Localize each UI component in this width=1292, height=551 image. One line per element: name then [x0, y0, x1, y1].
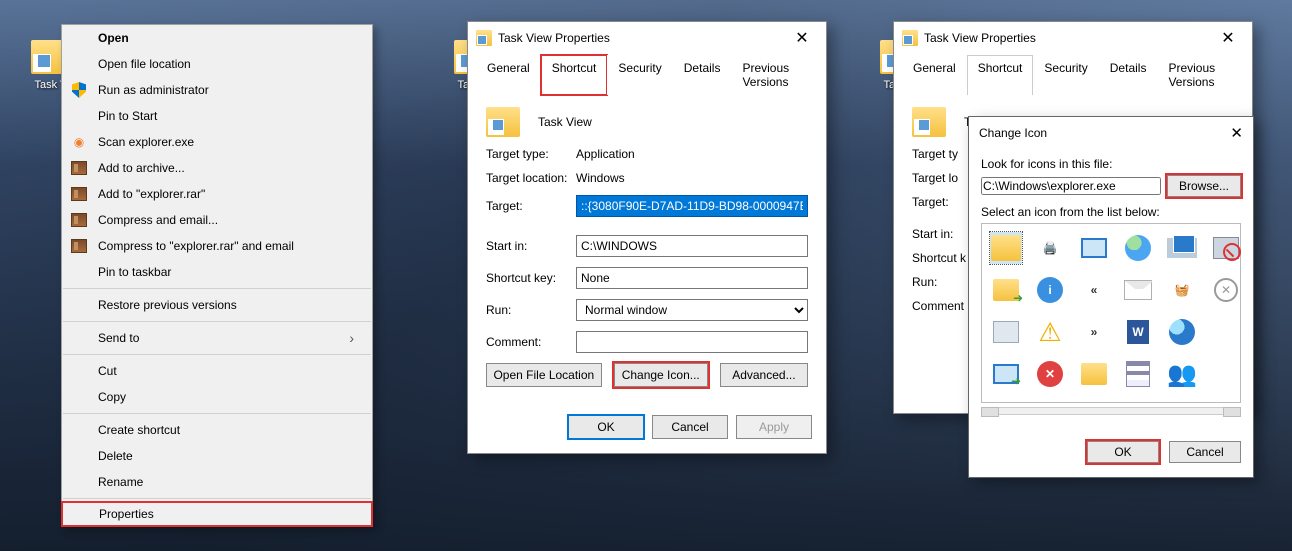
shortcut-large-icon — [912, 107, 946, 137]
icon-word-doc[interactable]: W — [1122, 316, 1154, 348]
dialog-title: Task View Properties — [498, 31, 786, 45]
archive-icon — [70, 211, 88, 229]
ok-button[interactable]: OK — [1087, 441, 1159, 463]
close-button[interactable]: ✕ — [786, 28, 818, 48]
icon-grid-scrollbar[interactable] — [981, 407, 1241, 415]
browse-button[interactable]: Browse... — [1167, 175, 1241, 197]
icon-printer-help[interactable]: 🖨️ — [1034, 232, 1066, 264]
cancel-button[interactable]: Cancel — [652, 415, 728, 439]
antivirus-icon: ◉ — [70, 133, 88, 151]
look-label: Look for icons in this file: — [981, 157, 1241, 171]
select-label: Select an icon from the list below: — [981, 205, 1241, 219]
ctx-pin-taskbar[interactable]: Pin to taskbar — [62, 259, 372, 285]
ctx-scan[interactable]: ◉Scan explorer.exe — [62, 129, 372, 155]
ctx-cut[interactable]: Cut — [62, 358, 372, 384]
icon-path-input[interactable] — [981, 177, 1161, 195]
ctx-run-as-admin[interactable]: Run as administrator — [62, 77, 372, 103]
ctx-copy[interactable]: Copy — [62, 384, 372, 410]
icon-basket[interactable]: 🧺 — [1166, 274, 1198, 306]
target-type-value: Application — [576, 147, 808, 161]
ok-button[interactable]: OK — [568, 415, 644, 439]
icon-people[interactable]: 👥 — [1166, 358, 1198, 390]
ctx-pin-start[interactable]: Pin to Start — [62, 103, 372, 129]
shortcut-key-input[interactable] — [576, 267, 808, 289]
advanced-button[interactable]: Advanced... — [720, 363, 808, 387]
target-input[interactable] — [576, 195, 808, 217]
tab-details[interactable]: Details — [1099, 55, 1158, 95]
icon-warning[interactable]: ⚠ — [1034, 316, 1066, 348]
ctx-add-rar[interactable]: Add to "explorer.rar" — [62, 181, 372, 207]
archive-icon — [70, 185, 88, 203]
chevron-right-icon: › — [349, 330, 354, 346]
target-location-value: Windows — [576, 171, 808, 185]
icon-blank[interactable] — [1210, 316, 1242, 348]
tab-strip: General Shortcut Security Details Previo… — [476, 54, 818, 95]
ctx-restore-versions[interactable]: Restore previous versions — [62, 292, 372, 318]
ctx-send-to[interactable]: Send to› — [62, 325, 372, 351]
close-button[interactable]: ✕ — [1230, 124, 1243, 142]
icon-network-globe[interactable] — [1166, 316, 1198, 348]
icon-error-red[interactable]: ✕ — [1034, 358, 1066, 390]
ctx-rename[interactable]: Rename — [62, 469, 372, 495]
icon-envelope[interactable] — [1122, 274, 1154, 306]
tab-details[interactable]: Details — [673, 55, 732, 95]
comment-input[interactable] — [576, 331, 808, 353]
icon-list[interactable] — [1122, 358, 1154, 390]
icon-double-left[interactable]: « — [1078, 274, 1110, 306]
apply-button[interactable]: Apply — [736, 415, 812, 439]
icon-blank2[interactable] — [1210, 358, 1242, 390]
ctx-create-shortcut[interactable]: Create shortcut — [62, 417, 372, 443]
ctx-compress-email[interactable]: Compress and email... — [62, 207, 372, 233]
shield-icon — [70, 81, 88, 99]
tab-general[interactable]: General — [902, 55, 967, 95]
icon-circle-x[interactable]: ✕ — [1210, 274, 1242, 306]
ctx-add-archive[interactable]: Add to archive... — [62, 155, 372, 181]
open-file-location-button[interactable]: Open File Location — [486, 363, 602, 387]
icon-monitor-small[interactable] — [1078, 232, 1110, 264]
ctx-delete[interactable]: Delete — [62, 443, 372, 469]
archive-icon — [70, 159, 88, 177]
ctx-properties[interactable]: Properties — [61, 501, 373, 527]
tab-shortcut[interactable]: Shortcut — [541, 55, 608, 95]
icon-folder-plain[interactable] — [1078, 358, 1110, 390]
ctx-open-file-location[interactable]: Open file location — [62, 51, 372, 77]
shortcut-name: Task View — [538, 115, 592, 129]
change-icon-dialog: Change Icon ✕ Look for icons in this fil… — [968, 116, 1254, 478]
icon-folder-arrow[interactable]: ➜ — [990, 274, 1022, 306]
context-menu: Open Open file location Run as administr… — [61, 24, 373, 527]
tab-security[interactable]: Security — [1033, 55, 1098, 95]
run-select[interactable]: Normal window — [576, 299, 808, 321]
change-icon-button[interactable]: Change Icon... — [614, 363, 708, 387]
icon-monitors[interactable] — [1166, 232, 1198, 264]
properties-dialog: Task View Properties ✕ General Shortcut … — [467, 21, 827, 454]
dialog-title: Task View Properties — [924, 31, 1212, 45]
start-in-input[interactable] — [576, 235, 808, 257]
tab-shortcut[interactable]: Shortcut — [967, 55, 1034, 95]
cancel-button[interactable]: Cancel — [1169, 441, 1241, 463]
dialog-title: Change Icon — [979, 126, 1230, 140]
tab-previous-versions[interactable]: Previous Versions — [731, 55, 818, 95]
close-button[interactable]: ✕ — [1212, 28, 1244, 48]
archive-icon — [70, 237, 88, 255]
folder-shortcut-icon — [476, 30, 492, 46]
folder-shortcut-icon — [902, 30, 918, 46]
ctx-compress-rar-email[interactable]: Compress to "explorer.rar" and email — [62, 233, 372, 259]
tab-previous-versions[interactable]: Previous Versions — [1157, 55, 1244, 95]
icon-info[interactable]: i — [1034, 274, 1066, 306]
icon-folder[interactable] — [990, 232, 1022, 264]
icon-monitor-arrow[interactable]: ➜ — [990, 358, 1022, 390]
icon-grid: 🖨️ ➜ i « 🧺 ✕ ⚠ » W ➜ ✕ 👥 — [981, 223, 1241, 403]
icon-globe[interactable] — [1122, 232, 1154, 264]
tab-strip: General Shortcut Security Details Previo… — [902, 54, 1244, 95]
ctx-open[interactable]: Open — [62, 25, 372, 51]
tab-security[interactable]: Security — [607, 55, 672, 95]
icon-disk-no[interactable] — [1210, 232, 1242, 264]
icon-scanner[interactable] — [990, 316, 1022, 348]
icon-double-right[interactable]: » — [1078, 316, 1110, 348]
tab-general[interactable]: General — [476, 55, 541, 95]
shortcut-large-icon — [486, 107, 520, 137]
